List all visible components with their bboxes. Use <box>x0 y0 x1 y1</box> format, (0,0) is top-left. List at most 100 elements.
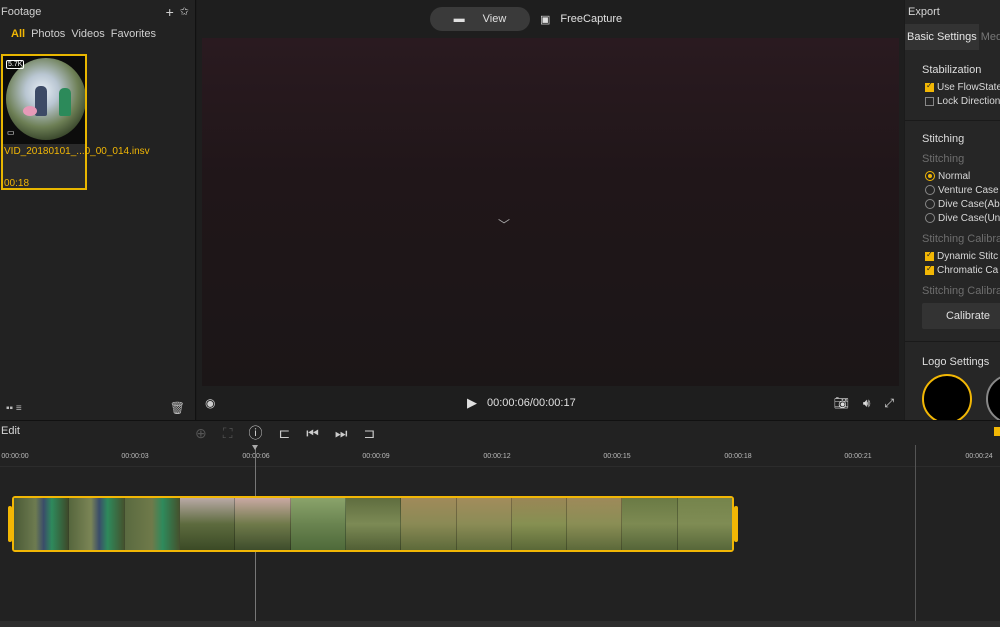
chromatic-calibration-checkbox[interactable]: Chromatic Ca <box>925 263 1000 277</box>
view-toggle: ▪▪ ≡ <box>6 403 22 414</box>
clip-frame <box>456 498 512 550</box>
tab-videos[interactable]: Videos <box>71 28 104 48</box>
clip-frame <box>124 498 180 550</box>
freecapture-button[interactable]: ▣ FreeCapture <box>540 7 622 31</box>
plus-icon[interactable]: + <box>166 5 174 19</box>
clip-frame <box>14 498 70 550</box>
checkbox-label: Chromatic Ca <box>937 264 999 276</box>
camera-mode-icon[interactable]: ◉ <box>205 396 215 410</box>
footage-item[interactable]: 5.7K ▭ VID_20180101_...0_00_014.insv 00:… <box>1 54 150 190</box>
footage-duration: 00:18 <box>4 178 30 189</box>
checkbox-icon <box>925 96 934 106</box>
timeline-ruler[interactable]: 00:00:00 00:00:03 00:00:06 00:00:09 00:0… <box>0 443 1000 467</box>
footage-filename: VID_20180101_...0_00_014.insv <box>4 146 150 157</box>
radio-normal[interactable]: Normal <box>925 169 1000 183</box>
ruler-label: 00:00:15 <box>603 453 631 460</box>
star-settings-icon[interactable]: ✩ <box>180 6 189 18</box>
checkbox-icon <box>925 264 934 275</box>
footage-header: Footage + ✩ <box>0 0 195 24</box>
thumb-person <box>59 88 71 116</box>
radio-dive-case-under[interactable]: Dive Case(Un <box>925 211 1000 225</box>
clip-frame <box>235 498 291 550</box>
checkbox-icon <box>925 250 934 261</box>
timeline-scrollbar[interactable] <box>0 621 1000 627</box>
ruler-label: 00:00:18 <box>724 453 752 460</box>
edit-header: Edit ⊕ ⛶ ⓘ ⊏ ⏮︎ ⏭︎ ⊐ <box>0 421 1000 443</box>
trim-start-icon[interactable]: ⊏ <box>279 425 291 442</box>
ruler-label: 00:00:12 <box>483 453 511 460</box>
tab-basic-settings[interactable]: Basic Settings <box>905 24 979 50</box>
resolution-badge: 5.7K <box>6 60 25 69</box>
use-flowstate-checkbox[interactable]: Use FlowState <box>925 80 1000 94</box>
ruler-label: 00:00:06 <box>242 453 270 460</box>
footage-footer: ▪▪ ≡ 🗑︎ <box>0 396 195 420</box>
logo-settings-title: Logo Settings <box>922 356 990 368</box>
radio-label: Dive Case(Un <box>938 212 1000 224</box>
radio-label: Dive Case(Ab <box>938 198 1000 210</box>
preview-screen[interactable]: ﹀ <box>202 38 899 386</box>
view-button[interactable]: ▬ View <box>430 7 530 31</box>
clip-frame <box>69 498 125 550</box>
list-view-icon[interactable]: ≡ <box>16 403 22 414</box>
checkbox-icon <box>925 81 934 92</box>
stitching-subtitle: Stitching <box>922 153 965 165</box>
export-title: Export <box>908 6 940 18</box>
clip-frame <box>567 498 623 550</box>
radio-dive-case-above[interactable]: Dive Case(Ab <box>925 197 1000 211</box>
edit-panel: Edit ⊕ ⛶ ⓘ ⊏ ⏮︎ ⏭︎ ⊐ 00:00:00 00:00:03 0… <box>0 420 1000 627</box>
view-icon: ▬ <box>453 13 465 25</box>
clip-frame <box>179 498 236 550</box>
calibrate-button[interactable]: Calibrate <box>922 303 1000 329</box>
radio-venture-case[interactable]: Venture Case <box>925 183 1000 197</box>
logo-option-selected[interactable] <box>922 374 972 420</box>
ruler-label: 00:00:21 <box>844 453 872 460</box>
skip-end-icon[interactable]: ⏭︎ <box>335 425 348 442</box>
grid-view-icon[interactable]: ▪▪ <box>6 403 13 414</box>
radio-icon <box>925 213 935 223</box>
freeze-frame-icon[interactable]: ⛶ <box>223 425 233 442</box>
stitching-calibration-subtitle-2: Stitching Calibra <box>922 285 1000 297</box>
skip-start-icon[interactable]: ⏮︎ <box>306 425 319 442</box>
stabilization-section: Stabilization Use FlowState Lock Directi… <box>905 64 1000 108</box>
tab-media[interactable]: Med <box>979 24 1000 50</box>
divider <box>905 341 1000 342</box>
logo-section: Logo Settings <box>905 356 1000 368</box>
export-panel: Export Basic Settings Med Stabilization … <box>905 0 1000 420</box>
tab-favorites[interactable]: Favorites <box>111 28 156 48</box>
thumb-frisbee <box>23 106 37 116</box>
tab-all[interactable]: All <box>11 28 25 48</box>
logo-option[interactable] <box>986 374 1000 420</box>
trim-end-icon[interactable]: ⊐ <box>364 425 376 442</box>
volume-icon[interactable]: 🔊︎ <box>863 396 871 411</box>
speed-icon[interactable]: ⓘ <box>249 423 263 443</box>
clip-frame <box>677 498 732 550</box>
use-flowstate-label: Use FlowState <box>937 81 1000 93</box>
snapshot-icon[interactable]: 📷︎ <box>834 396 849 411</box>
fullscreen-icon[interactable]: ⤢ <box>884 396 894 411</box>
dynamic-stitching-checkbox[interactable]: Dynamic Stitc <box>925 249 1000 263</box>
chevron-down-icon: ﹀ <box>498 218 511 232</box>
playback-time: 00:00:06/00:00:17 <box>487 397 576 409</box>
radio-icon <box>925 171 935 181</box>
edit-title: Edit <box>1 425 20 437</box>
stabilization-title: Stabilization <box>922 64 982 76</box>
tab-photos[interactable]: Photos <box>31 28 65 48</box>
ruler-label: 00:00:24 <box>965 453 993 460</box>
clip-right-handle[interactable] <box>734 506 738 542</box>
logo-options <box>922 374 1000 420</box>
video-clip[interactable] <box>12 496 734 552</box>
checkbox-label: Dynamic Stitc <box>937 250 999 262</box>
play-icon[interactable]: ▶ <box>467 395 477 411</box>
target-icon[interactable]: ⊕ <box>195 425 207 442</box>
lock-direction-checkbox[interactable]: Lock Direction <box>925 94 1000 108</box>
preview-panel: ▬ View ▣ FreeCapture ﹀ ◉ ▶ 00:00:06/00:0… <box>197 0 904 420</box>
freecapture-icon: ▣ <box>540 13 551 26</box>
stitching-section: Stitching Stitching Normal Venture Case … <box>905 133 1000 297</box>
clip-frame <box>345 498 402 550</box>
view-label: View <box>482 13 507 25</box>
clip-frame <box>622 498 678 550</box>
freecapture-label: FreeCapture <box>560 13 623 25</box>
trash-icon[interactable]: 🗑︎ <box>170 401 185 415</box>
video-icon: ▭ <box>7 128 15 137</box>
playback-controls: ◉ ▶ 00:00:06/00:00:17 📷︎ 🔊︎ ⤢ <box>197 388 904 418</box>
